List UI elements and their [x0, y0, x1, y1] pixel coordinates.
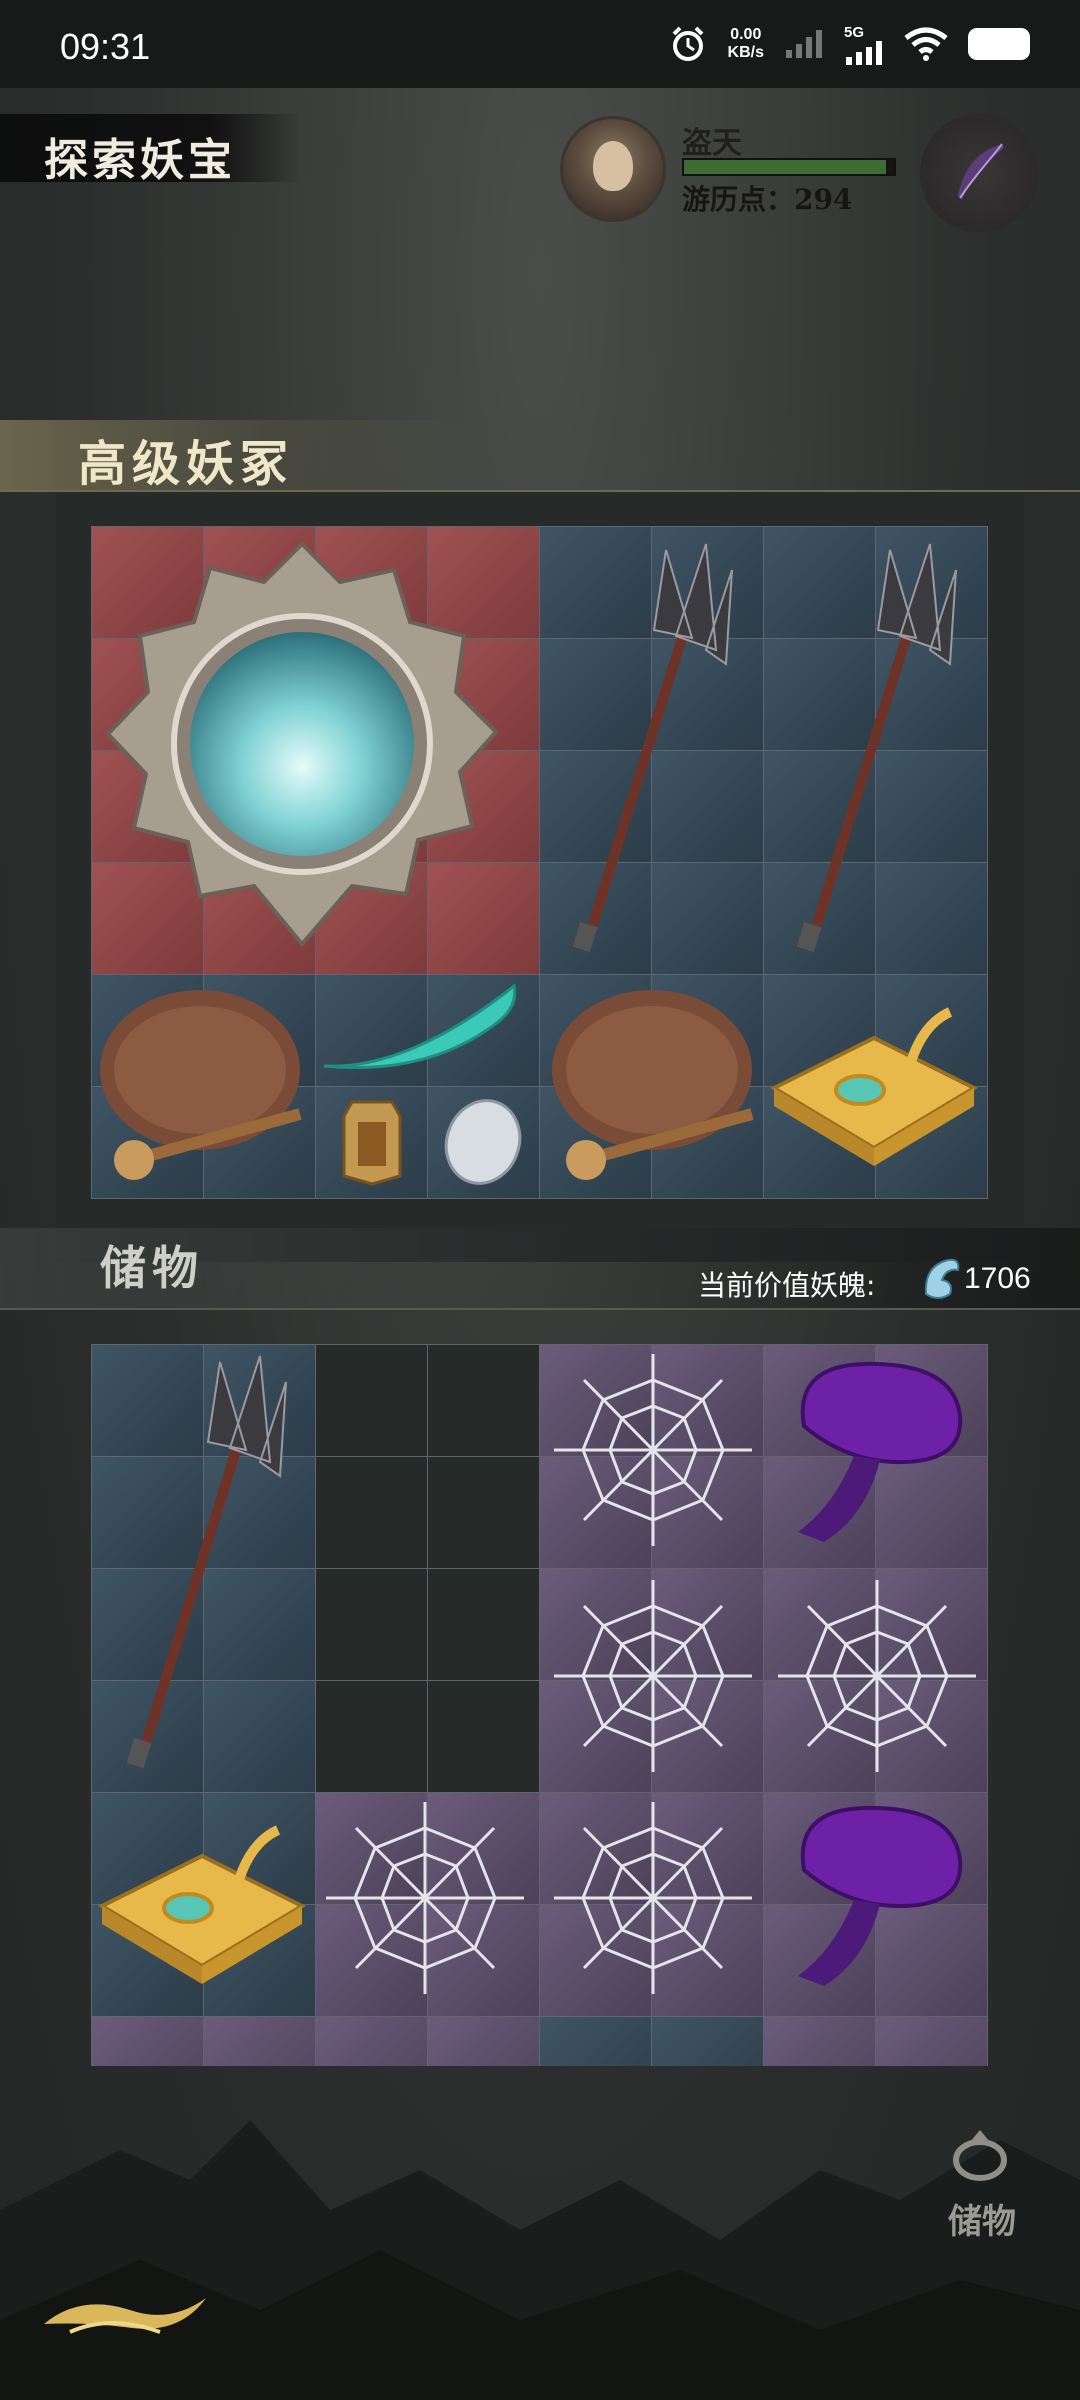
signal-icon-1	[786, 30, 822, 58]
status-time: 09:31	[60, 26, 151, 67]
ring-icon	[953, 2130, 1007, 2181]
mirror-item[interactable]	[104, 536, 500, 952]
avatar-face	[593, 141, 633, 191]
storage-button-label: 储物	[948, 2202, 1016, 2242]
golden-tray-icon	[97, 1825, 307, 1984]
spider-web-item-2[interactable]	[548, 1576, 758, 1776]
mushroom-item-1[interactable]	[784, 1356, 968, 1556]
storage-title: 储物	[100, 1241, 204, 1295]
player-name: 盗天	[682, 126, 742, 161]
token-icon	[342, 1100, 402, 1186]
jade-horn-item[interactable]	[318, 980, 528, 1080]
mirror-icon	[105, 541, 499, 948]
feather-button[interactable]	[920, 114, 1038, 232]
grid-cell-empty[interactable]	[428, 1681, 539, 1792]
player-avatar[interactable]	[560, 116, 666, 222]
grid-cell-purple[interactable]	[92, 2017, 203, 2066]
grid-cell-empty[interactable]	[316, 1457, 427, 1568]
current-value-label: 当前价值妖魄:	[698, 1269, 876, 1302]
net-speed-value: 0.00	[730, 26, 762, 43]
grid-cell-purple[interactable]	[876, 2017, 987, 2066]
spider-web-icon	[778, 1580, 976, 1772]
spider-web-item-5[interactable]	[548, 1798, 758, 1998]
feather-icon	[958, 143, 1004, 200]
grid-cell-purple[interactable]	[428, 2017, 539, 2066]
fur-ball-icon	[444, 1099, 522, 1185]
player-hp-bar	[682, 158, 896, 176]
token-item[interactable]	[330, 1096, 414, 1186]
exp-points: 游历点：294	[682, 183, 853, 216]
signal-icon-2	[846, 40, 882, 65]
hp-fill	[684, 160, 886, 174]
trident-icon	[572, 543, 733, 953]
trident-item-2[interactable]	[780, 540, 960, 954]
grid-cell-empty[interactable]	[316, 1345, 427, 1456]
grid-cell-purple[interactable]	[764, 2017, 875, 2066]
mushroom-icon	[798, 1361, 963, 1542]
fur-ball-item[interactable]	[440, 1094, 526, 1186]
wifi-icon	[904, 27, 948, 61]
grid-cell-purple[interactable]	[204, 2017, 315, 2066]
grid-cell-blue[interactable]	[540, 2017, 651, 2066]
network-type: 5G	[844, 23, 865, 41]
spider-web-icon	[326, 1802, 524, 1994]
trident-icon	[796, 543, 957, 953]
top-section-title: 高级妖冢	[78, 436, 295, 492]
bell-item-1[interactable]	[96, 986, 306, 1186]
alarm-icon	[672, 26, 703, 61]
grid-cell-empty[interactable]	[428, 1457, 539, 1568]
battery-icon	[968, 28, 1030, 60]
trident-item-3[interactable]	[110, 1352, 290, 1770]
bell-icon	[552, 990, 754, 1180]
golden-tray-item-2[interactable]	[92, 1816, 310, 1986]
signal-5g: 5G	[844, 24, 884, 65]
spider-web-item-1[interactable]	[548, 1350, 758, 1550]
trident-icon	[126, 1355, 287, 1769]
spider-web-icon	[554, 1354, 752, 1546]
trident-item-1[interactable]	[556, 540, 736, 954]
net-speed-unit: KB/s	[727, 44, 764, 61]
bell-icon	[100, 990, 302, 1180]
status-icons: 0.00 KB/s 5G	[668, 22, 1030, 66]
page-title: 探索妖宝	[44, 135, 236, 186]
gold-swirl-ornament	[44, 2298, 206, 2334]
spider-web-icon	[554, 1802, 752, 1994]
grid-cell-empty[interactable]	[428, 1345, 539, 1456]
mountains-scenery	[0, 2120, 1080, 2400]
mushroom-item-2[interactable]	[784, 1800, 968, 2000]
jade-horn-icon	[323, 983, 517, 1070]
spider-web-item-3[interactable]	[772, 1576, 982, 1776]
net-speed: 0.00 KB/s	[728, 26, 764, 62]
spider-web-icon	[554, 1580, 752, 1772]
grid-cell-empty[interactable]	[428, 1569, 539, 1680]
grid-cell-purple[interactable]	[316, 2017, 427, 2066]
golden-tray-item-1[interactable]	[764, 998, 982, 1168]
spider-web-item-4[interactable]	[320, 1798, 530, 1998]
mushroom-icon	[798, 1805, 963, 1986]
grid-cell-empty[interactable]	[316, 1569, 427, 1680]
status-bar: 09:31 0.00 KB/s 5G	[0, 0, 1080, 88]
bell-item-2[interactable]	[548, 986, 758, 1186]
golden-tray-icon	[769, 1007, 979, 1166]
grid-cell-blue[interactable]	[652, 2017, 763, 2066]
soul-icon	[924, 1258, 960, 1299]
grid-cell-empty[interactable]	[316, 1681, 427, 1792]
current-value: 1706	[964, 1262, 1031, 1295]
